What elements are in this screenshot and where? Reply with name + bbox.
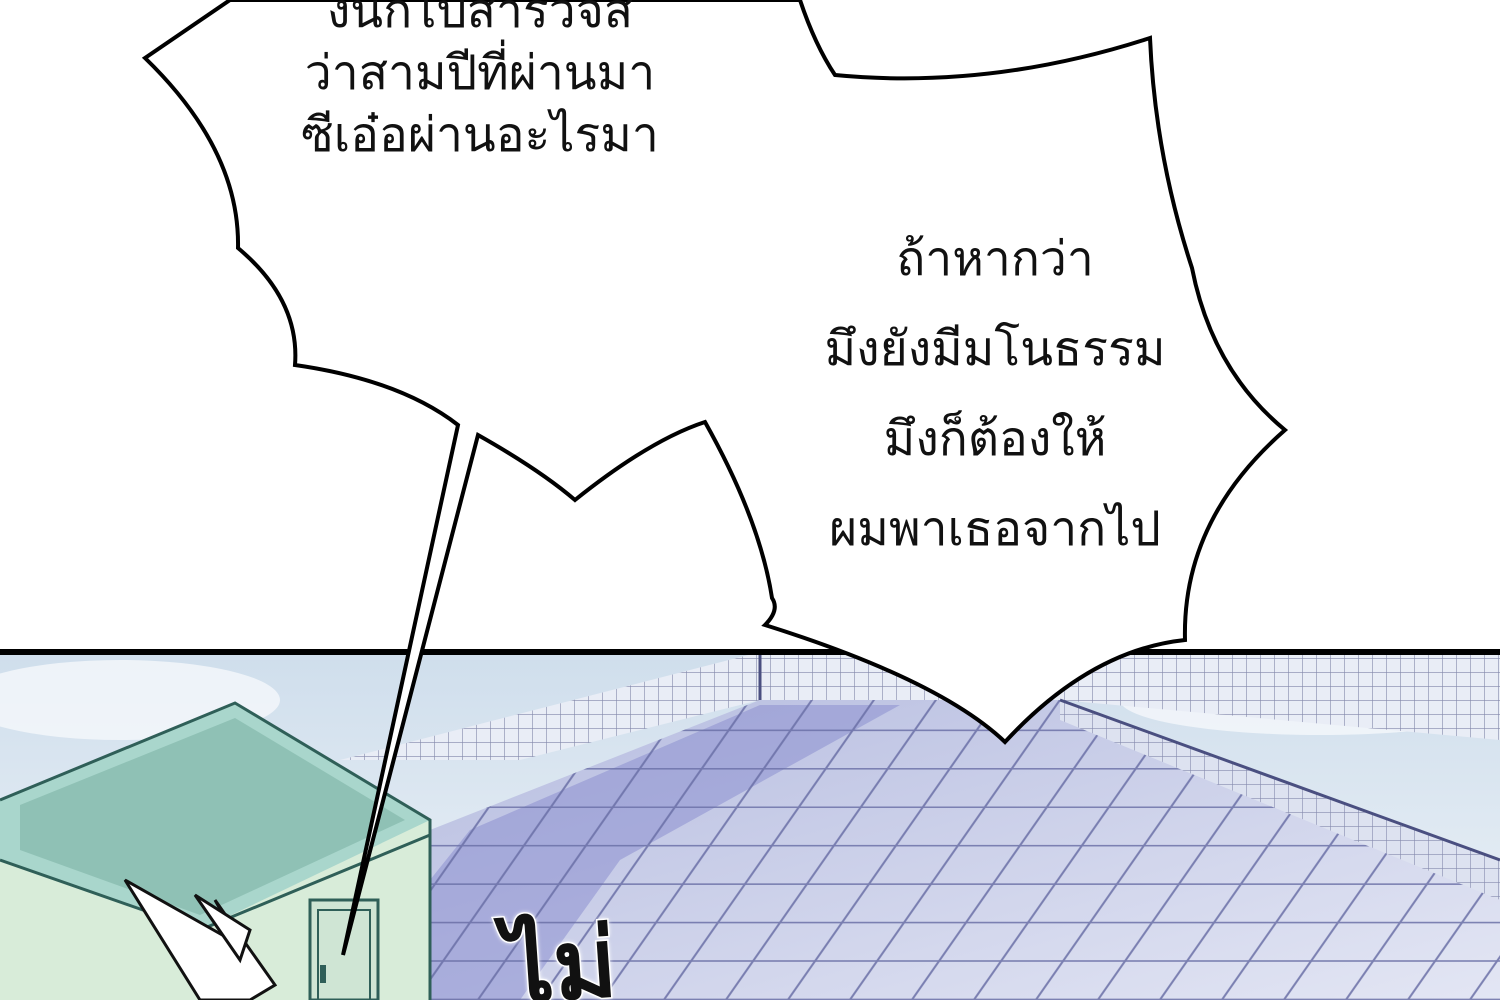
bubble-right-line-1: ถ้าหากว่า [896,231,1094,287]
bubble-text-right: ถ้าหากว่า มึงยังมีมโนธรรม มึงก็ต้องให้ ผ… [770,214,1220,574]
bubble-left-line-1: งนักไปสำรวจสิ [326,0,634,39]
bubble-right-line-3: มึงก็ต้องให้ [883,411,1107,467]
sfx-text: ไม่ [500,905,622,1000]
bubble-left-line-2: ว่าสามปีที่ผ่านมา [304,45,656,101]
bubble-left-line-3: ซีเอ๋อผ่านอะไรมา [301,107,659,163]
bubble-text-left: งนักไปสำรวจสิ ว่าสามปีที่ผ่านมา ซีเอ๋อผ่… [230,0,730,166]
comic-artwork [0,0,1500,1000]
bubble-right-line-4: ผมพาเธอจากไป [829,501,1161,557]
comic-page: งนักไปสำรวจสิ ว่าสามปีที่ผ่านมา ซีเอ๋อผ่… [0,0,1500,1000]
bubble-right-line-2: มึงยังมีมโนธรรม [824,321,1166,377]
rooftop-panel [0,652,1500,1000]
